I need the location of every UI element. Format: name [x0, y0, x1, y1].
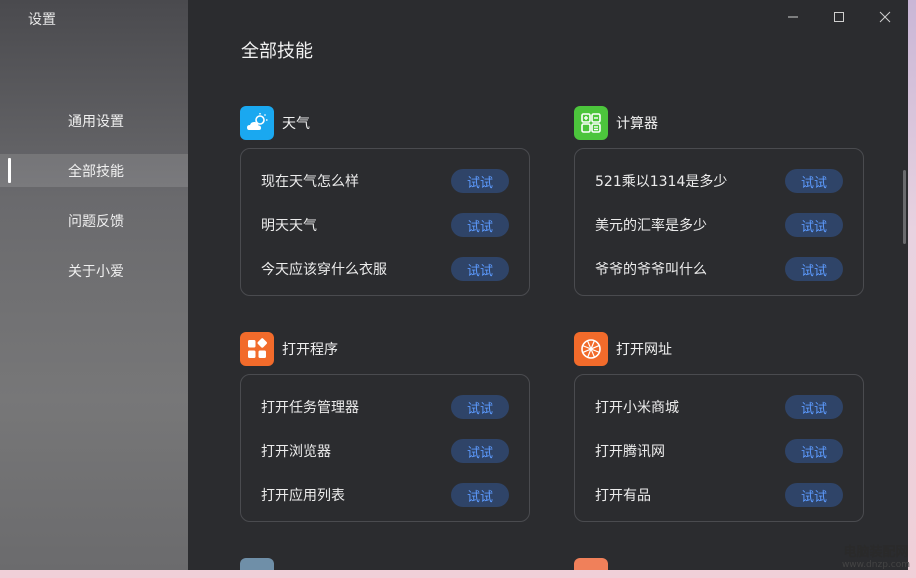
section-title: 天气 — [282, 116, 310, 132]
globe-icon — [574, 332, 608, 366]
watermark: 电脑装配网 www.dnzp.com — [842, 541, 910, 570]
try-button[interactable]: 试试 — [785, 213, 843, 237]
try-button[interactable]: 试试 — [785, 395, 843, 419]
sidebar-item-label: 通用设置 — [68, 113, 124, 130]
section-header: 打开程序 — [240, 332, 530, 366]
section-weather: 天气 现在天气怎么样 试试 明天天气 试试 今天应该穿什么衣服 试试 — [240, 106, 530, 296]
watermark-title: 电脑装配网 — [843, 545, 909, 560]
section-header: 打开网址 — [574, 332, 864, 366]
sidebar-item-general[interactable]: 通用设置 — [0, 104, 188, 137]
skill-example: 打开应用列表 — [261, 488, 345, 504]
sidebar-item-label: 全部技能 — [68, 163, 124, 180]
skill-example: 现在天气怎么样 — [261, 174, 359, 190]
section-open-urls: 打开网址 打开小米商城 试试 打开腾讯网 试试 打开有品 试试 — [574, 332, 864, 522]
weather-icon — [240, 106, 274, 140]
section-header: 计算器 — [574, 106, 864, 140]
list-item: 521乘以1314是多少 试试 — [595, 159, 843, 203]
skill-example: 爷爷的爷爷叫什么 — [595, 262, 707, 278]
skill-card: 521乘以1314是多少 试试 美元的汇率是多少 试试 爷爷的爷爷叫什么 试试 — [574, 148, 864, 296]
skill-example: 今天应该穿什么衣服 — [261, 262, 387, 278]
try-button[interactable]: 试试 — [451, 395, 509, 419]
try-button[interactable]: 试试 — [451, 169, 509, 193]
skill-example: 打开任务管理器 — [261, 400, 359, 416]
section-icon-partial — [574, 558, 608, 570]
section-title: 计算器 — [616, 116, 658, 132]
skill-example: 打开浏览器 — [261, 444, 331, 460]
main-content: 全部技能 天气 现在天气怎么样 试试 明天天气 试试 今天应该穿什么衣服 试试 … — [188, 0, 908, 570]
try-button[interactable]: 试试 — [451, 439, 509, 463]
list-item: 打开浏览器 试试 — [261, 429, 509, 473]
try-button[interactable]: 试试 — [451, 257, 509, 281]
sidebar-item-feedback[interactable]: 问题反馈 — [0, 204, 188, 237]
sidebar-item-all-skills[interactable]: 全部技能 — [0, 154, 188, 187]
list-item: 明天天气 试试 — [261, 203, 509, 247]
sidebar-item-label: 关于小爱 — [68, 263, 124, 280]
section-calculator: 计算器 521乘以1314是多少 试试 美元的汇率是多少 试试 爷爷的爷爷叫什么 试试 — [574, 106, 864, 296]
skill-card: 现在天气怎么样 试试 明天天气 试试 今天应该穿什么衣服 试试 — [240, 148, 530, 296]
section-header: 天气 — [240, 106, 530, 140]
skill-card: 打开小米商城 试试 打开腾讯网 试试 打开有品 试试 — [574, 374, 864, 522]
calculator-icon — [574, 106, 608, 140]
skill-example: 美元的汇率是多少 — [595, 218, 707, 234]
sidebar-item-label: 问题反馈 — [68, 213, 124, 230]
list-item: 打开任务管理器 试试 — [261, 385, 509, 429]
settings-window: 设置 通用设置 全部技能 问题反馈 关于小爱 全部技能 天气 现在天气怎么样 试… — [0, 0, 908, 570]
try-button[interactable]: 试试 — [785, 483, 843, 507]
section-title: 打开网址 — [616, 342, 672, 358]
list-item: 打开腾讯网 试试 — [595, 429, 843, 473]
list-item: 打开小米商城 试试 — [595, 385, 843, 429]
window-title: 设置 — [28, 12, 56, 28]
try-button[interactable]: 试试 — [785, 439, 843, 463]
scrollbar[interactable] — [903, 170, 906, 244]
section-title: 打开程序 — [282, 342, 338, 358]
try-button[interactable]: 试试 — [785, 257, 843, 281]
skill-example: 明天天气 — [261, 218, 317, 234]
section-icon-partial — [240, 558, 274, 570]
try-button[interactable]: 试试 — [785, 169, 843, 193]
list-item: 现在天气怎么样 试试 — [261, 159, 509, 203]
page-title: 全部技能 — [241, 41, 313, 62]
watermark-url: www.dnzp.com — [841, 560, 910, 570]
list-item: 打开应用列表 试试 — [261, 473, 509, 517]
list-item: 美元的汇率是多少 试试 — [595, 203, 843, 247]
list-item: 爷爷的爷爷叫什么 试试 — [595, 247, 843, 291]
skill-example: 打开有品 — [595, 488, 651, 504]
try-button[interactable]: 试试 — [451, 213, 509, 237]
try-button[interactable]: 试试 — [451, 483, 509, 507]
sidebar-item-about[interactable]: 关于小爱 — [0, 254, 188, 287]
apps-icon — [240, 332, 274, 366]
skill-example: 521乘以1314是多少 — [595, 174, 728, 190]
sidebar: 设置 通用设置 全部技能 问题反馈 关于小爱 — [0, 0, 188, 570]
skill-example: 打开腾讯网 — [595, 444, 665, 460]
skill-example: 打开小米商城 — [595, 400, 679, 416]
sidebar-nav: 通用设置 全部技能 问题反馈 关于小爱 — [0, 104, 188, 304]
section-open-programs: 打开程序 打开任务管理器 试试 打开浏览器 试试 打开应用列表 试试 — [240, 332, 530, 522]
skill-card: 打开任务管理器 试试 打开浏览器 试试 打开应用列表 试试 — [240, 374, 530, 522]
list-item: 打开有品 试试 — [595, 473, 843, 517]
list-item: 今天应该穿什么衣服 试试 — [261, 247, 509, 291]
